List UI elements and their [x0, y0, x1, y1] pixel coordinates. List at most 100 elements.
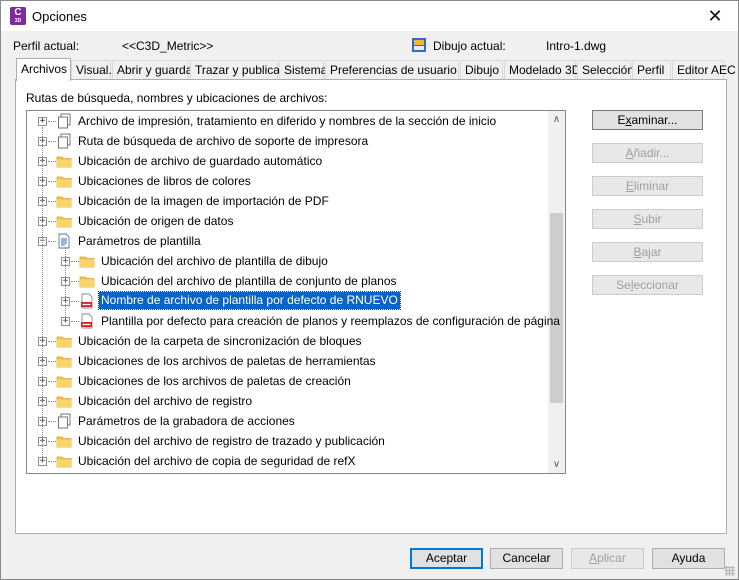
- folder-icon: [56, 193, 72, 209]
- examinar-button[interactable]: Examinar...: [592, 110, 703, 130]
- tree-item-label: Ubicación de la carpeta de sincronizació…: [78, 334, 362, 348]
- expand-icon[interactable]: +: [38, 117, 47, 126]
- tree-connector: [48, 341, 56, 342]
- tree-item-label: Ubicación de la imagen de importación de…: [78, 194, 329, 208]
- tree-child-item[interactable]: + Ubicación del archivo de plantilla de d…: [27, 251, 547, 271]
- anadir-button[interactable]: Añadir...: [592, 143, 703, 163]
- dwt-icon: [79, 293, 95, 309]
- profile-value: <<C3D_Metric>>: [122, 39, 214, 53]
- tree-item[interactable]: + Ubicación del archivo de registro: [27, 391, 547, 411]
- tab-visual[interactable]: Visual.: [71, 60, 112, 80]
- tree-item-label: Parámetros de plantilla: [78, 234, 201, 248]
- tab-perfil[interactable]: Perfil: [632, 60, 671, 80]
- tree-item-label: Ubicaciones de los archivos de paletas d…: [78, 374, 351, 388]
- template-icon: [56, 233, 72, 249]
- scroll-down-icon[interactable]: ∨: [548, 456, 565, 473]
- tree-connector: [48, 241, 56, 242]
- tree-item[interactable]: + Ubicaciones de libros de colores: [27, 171, 547, 191]
- folder-icon: [56, 173, 72, 189]
- tab-editor-aec[interactable]: Editor AEC: [672, 60, 736, 80]
- aceptar-button[interactable]: Aceptar: [410, 548, 483, 569]
- bajar-button[interactable]: Bajar: [592, 242, 703, 262]
- tab-modelado-3d[interactable]: Modelado 3D: [504, 60, 580, 80]
- tab-seleccion[interactable]: Selección: [577, 60, 634, 80]
- tree-connector: [71, 261, 79, 262]
- tab-preferencias-de-usuario[interactable]: Preferencias de usuario: [325, 60, 459, 80]
- tree-child-item[interactable]: + Ubicación del archivo de plantilla de c…: [27, 271, 547, 291]
- tree-item[interactable]: + Ubicación del archivo de copia de segur…: [27, 451, 547, 471]
- folder-icon: [56, 433, 72, 449]
- scroll-thumb[interactable]: [550, 213, 563, 403]
- tree-connector: [48, 161, 56, 162]
- button-label-accesskey: E: [625, 179, 634, 193]
- title-bar: C 3D Opciones ✕: [1, 1, 738, 31]
- tab-trazar-y-publicar[interactable]: Trazar y publicar: [190, 60, 284, 80]
- tree-item-label: Archivo de impresión, tratamiento en dif…: [78, 114, 497, 128]
- ayuda-button[interactable]: Ayuda: [652, 548, 725, 569]
- folder-icon: [56, 373, 72, 389]
- tree-item[interactable]: + Ubicación de la imagen de importación d…: [27, 191, 547, 211]
- tree-child-item[interactable]: + Nombre de archivo de plantilla por defe…: [27, 291, 547, 311]
- tree-item[interactable]: − Parámetros de plantilla: [27, 231, 547, 251]
- tree-item[interactable]: + Ubicaciones de los archivos de paletas …: [27, 371, 547, 391]
- tree-item[interactable]: + Parámetros de la grabadora de acciones: [27, 411, 547, 431]
- button-label-accesskey: S: [633, 212, 642, 226]
- cancelar-button[interactable]: Cancelar: [490, 548, 563, 569]
- button-label: ajar: [641, 245, 662, 259]
- aplicar-button[interactable]: Aplicar: [571, 548, 644, 569]
- tab-abrir-y-guardar[interactable]: Abrir y guardar: [112, 60, 196, 80]
- folder-icon: [56, 213, 72, 229]
- tree-root-line: [42, 127, 43, 461]
- files-icon: [56, 113, 72, 129]
- folder-icon: [79, 273, 95, 289]
- tree-item-label: Nombre de archivo de plantilla por defec…: [98, 291, 401, 310]
- eliminar-button[interactable]: Eliminar: [592, 176, 703, 196]
- tree-item[interactable]: + Ubicación de origen de datos: [27, 211, 547, 231]
- resize-grip-icon[interactable]: [725, 566, 735, 576]
- drawing-icon: [412, 38, 426, 52]
- tree-connector: [48, 361, 56, 362]
- folder-icon: [56, 453, 72, 469]
- tree-scrollbar[interactable]: ∧ ∨: [548, 111, 565, 473]
- tree-item[interactable]: + Ubicación del archivo de registro de tr…: [27, 431, 547, 451]
- archivos-panel: Rutas de búsqueda, nombres y ubicaciones…: [15, 79, 727, 534]
- tree-item-label: Ruta de búsqueda de archivo de soporte d…: [78, 134, 369, 148]
- tree-connector: [48, 401, 56, 402]
- tree-item-label: Ubicación del archivo de plantilla de di…: [101, 254, 328, 268]
- tree-item-label: Ubicación de origen de datos: [78, 214, 234, 228]
- tree-item-label: Ubicación del archivo de registro: [78, 394, 253, 408]
- close-button[interactable]: ✕: [692, 1, 738, 31]
- tree-connector: [48, 441, 56, 442]
- scroll-up-icon[interactable]: ∧: [548, 111, 565, 128]
- tree-item-label: Plantilla por defecto para creación de p…: [101, 314, 560, 328]
- button-label: aminar...: [631, 113, 678, 127]
- tree-connector: [48, 141, 56, 142]
- tab-dibujo[interactable]: Dibujo: [460, 60, 503, 80]
- tree-item[interactable]: + Archivo de impresión, tratamiento en di…: [27, 111, 547, 131]
- folder-icon: [56, 393, 72, 409]
- tree-child-line: [65, 247, 66, 321]
- tree-connector: [48, 181, 56, 182]
- tab-archivos[interactable]: Archivos: [16, 58, 71, 81]
- tree-connector: [48, 121, 56, 122]
- search-paths-label: Rutas de búsqueda, nombres y ubicaciones…: [26, 91, 328, 105]
- subir-button[interactable]: Subir: [592, 209, 703, 229]
- dwt-icon: [79, 313, 95, 329]
- button-label: ubir: [641, 212, 662, 226]
- folder-icon: [79, 253, 95, 269]
- seleccionar-button[interactable]: Seleccionar: [592, 275, 703, 295]
- tree-item-label: Ubicación del archivo de copia de seguri…: [78, 454, 356, 468]
- tree-item-label: Ubicación del archivo de registro de tra…: [78, 434, 385, 448]
- tree-item[interactable]: + Ubicaciones de los archivos de paletas …: [27, 351, 547, 371]
- tab-sistema[interactable]: Sistema: [279, 60, 327, 80]
- tree-child-item[interactable]: + Plantilla por defecto para creación de …: [27, 311, 560, 331]
- button-label-accesskey: A: [589, 551, 598, 565]
- tree-item[interactable]: + Ubicación de archivo de guardado automá…: [27, 151, 547, 171]
- tree-item-label: Ubicaciones de libros de colores: [78, 174, 251, 188]
- file-paths-tree[interactable]: ∧ ∨ + Archivo de impresión, tratamiento e…: [26, 110, 566, 474]
- tree-connector: [48, 201, 56, 202]
- tree-item[interactable]: + Ruta de búsqueda de archivo de soporte …: [27, 131, 547, 151]
- tree-connector: [48, 421, 56, 422]
- button-label: ñadir...: [633, 146, 670, 160]
- tree-item[interactable]: + Ubicación de la carpeta de sincronizaci…: [27, 331, 547, 351]
